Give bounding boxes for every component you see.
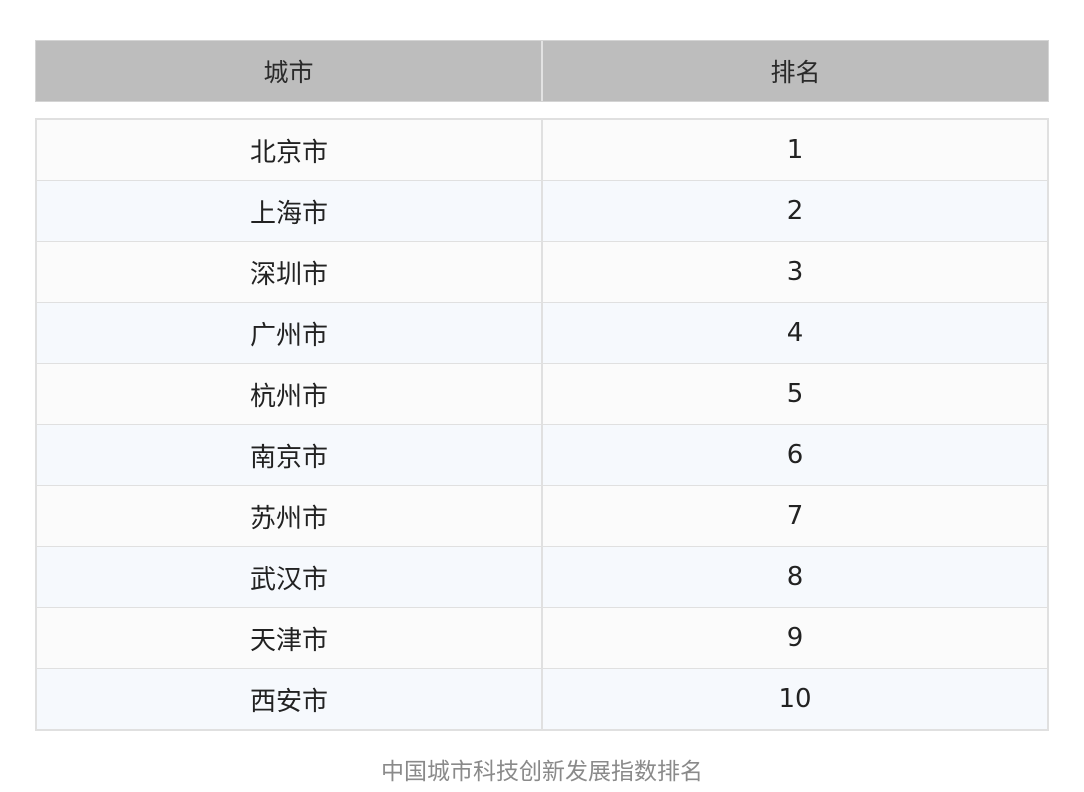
table-row: 南京市 6 bbox=[37, 424, 1047, 485]
rank-cell: 3 bbox=[541, 242, 1047, 302]
city-cell: 武汉市 bbox=[249, 564, 328, 595]
city-cell: 西安市 bbox=[249, 686, 328, 717]
rank-cell: 1 bbox=[541, 120, 1047, 180]
table-row: 广州市 4 bbox=[37, 302, 1047, 363]
city-cell: 南京市 bbox=[249, 442, 328, 473]
city-cell: 深圳市 bbox=[249, 259, 328, 290]
rank-cell: 4 bbox=[541, 303, 1047, 363]
column-header-city[interactable]: 城市 bbox=[36, 41, 541, 101]
column-header-rank[interactable]: 排名 bbox=[541, 41, 1048, 101]
table-row: 西安市 10 bbox=[37, 668, 1047, 729]
table-row: 天津市 9 bbox=[37, 607, 1047, 668]
rank-cell: 9 bbox=[541, 608, 1047, 668]
table-row: 苏州市 7 bbox=[37, 485, 1047, 546]
city-cell: 上海市 bbox=[249, 198, 328, 229]
table-row: 武汉市 8 bbox=[37, 546, 1047, 607]
table-caption: 中国城市科技创新发展指数排名 bbox=[381, 759, 703, 785]
rank-cell: 10 bbox=[541, 669, 1047, 729]
city-cell: 苏州市 bbox=[249, 503, 328, 534]
city-cell: 北京市 bbox=[249, 137, 328, 168]
table-row: 北京市 1 bbox=[37, 120, 1047, 180]
rank-cell: 7 bbox=[541, 486, 1047, 546]
page: 城市 排名 北京市 1 上海市 2 深圳市 3 广州市 4 杭州市 5 南京市 … bbox=[0, 0, 1084, 792]
table-row: 杭州市 5 bbox=[37, 363, 1047, 424]
table-row: 上海市 2 bbox=[37, 180, 1047, 241]
city-cell: 杭州市 bbox=[249, 381, 328, 412]
rank-cell: 5 bbox=[541, 364, 1047, 424]
rank-cell: 6 bbox=[541, 425, 1047, 485]
table-row: 深圳市 3 bbox=[37, 241, 1047, 302]
city-cell: 广州市 bbox=[249, 320, 328, 351]
rank-cell: 2 bbox=[541, 181, 1047, 241]
table-body: 北京市 1 上海市 2 深圳市 3 广州市 4 杭州市 5 南京市 6 苏州市 … bbox=[35, 118, 1049, 731]
table-header: 城市 排名 bbox=[35, 40, 1049, 102]
city-cell: 天津市 bbox=[249, 625, 328, 656]
rank-cell: 8 bbox=[541, 547, 1047, 607]
